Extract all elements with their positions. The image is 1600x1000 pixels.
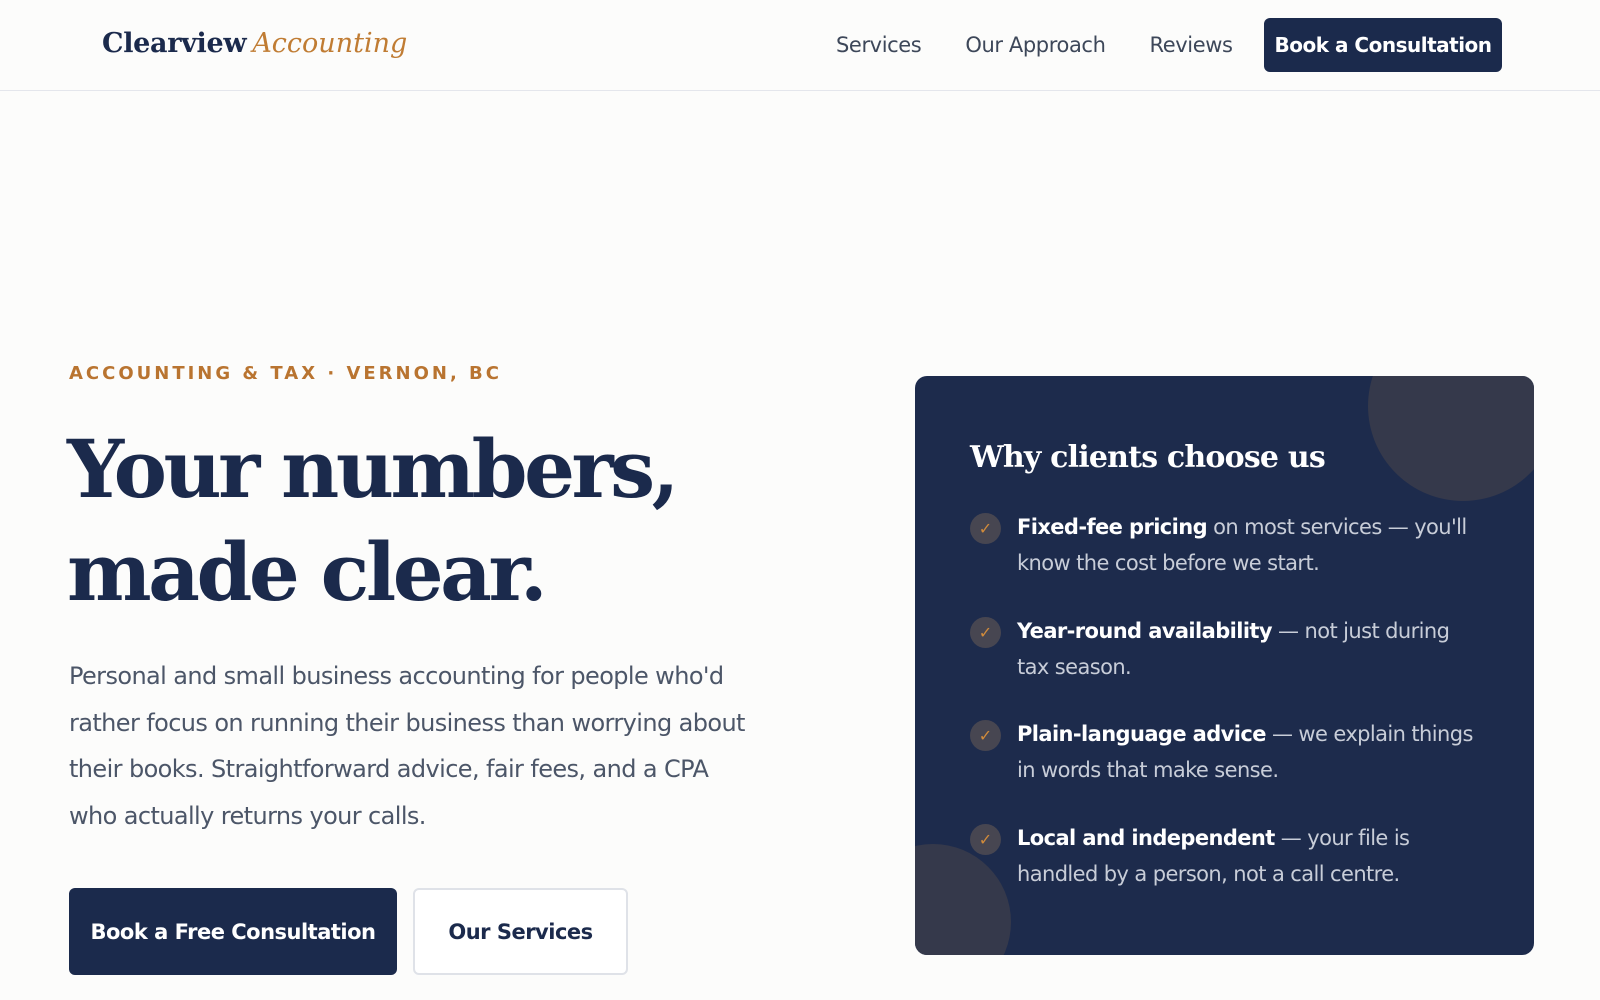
reason-title: Plain-language advice: [1017, 722, 1266, 746]
reason-text: Year-round availability — not just durin…: [1017, 613, 1487, 685]
nav-link-our-approach[interactable]: Our Approach: [965, 28, 1106, 62]
reason-title: Year-round availability: [1017, 618, 1273, 643]
reason-title: Fixed-fee pricing: [1017, 515, 1208, 539]
book-consultation-button[interactable]: Book a Consultation: [1264, 18, 1502, 72]
list-item: ✓ Local and independent — your file is h…: [970, 820, 1490, 924]
reason-text: Fixed-fee pricing on most services — you…: [1017, 509, 1487, 581]
logo[interactable]: Clearview Accounting: [102, 26, 407, 62]
check-icon: ✓: [970, 823, 1001, 855]
logo-accent-word: Accounting: [252, 28, 408, 59]
hero-eyebrow: ACCOUNTING & TAX · VERNON, BC: [69, 363, 502, 384]
reasons-list: ✓ Fixed-fee pricing on most services — y…: [970, 509, 1490, 923]
main-nav: Services Our Approach Reviews: [836, 28, 1233, 62]
hero-headline: Your numbers, made clear.: [67, 418, 787, 624]
check-icon: ✓: [970, 720, 1001, 751]
site-header: Clearview Accounting Services Our Approac…: [0, 0, 1600, 91]
decorative-circle-top: [1368, 376, 1534, 501]
card-title: Why clients choose us: [970, 440, 1326, 475]
list-item: ✓ Plain-language advice — we explain thi…: [970, 716, 1490, 820]
list-item: ✓ Fixed-fee pricing on most services — y…: [970, 509, 1490, 613]
nav-link-reviews[interactable]: Reviews: [1149, 28, 1232, 62]
hero-description: Personal and small business accounting f…: [69, 662, 745, 830]
check-icon: ✓: [970, 513, 1001, 544]
book-free-consultation-button[interactable]: Book a Free Consultation: [69, 888, 397, 975]
reason-text: Plain-language advice — we explain thing…: [1017, 716, 1487, 788]
why-choose-us-card: Why clients choose us ✓ Fixed-fee pricin…: [915, 376, 1534, 955]
reason-text: Local and independent — your file is han…: [1017, 820, 1487, 892]
headline-line-2: made clear.: [67, 525, 548, 619]
reason-title: Local and independent: [1017, 825, 1275, 850]
list-item: ✓ Year-round availability — not just dur…: [970, 613, 1490, 717]
nav-link-services[interactable]: Services: [836, 28, 922, 62]
logo-wordmark: Clearview: [102, 28, 247, 59]
our-services-button[interactable]: Our Services: [413, 888, 628, 975]
headline-line-1: Your numbers,: [67, 422, 680, 516]
check-icon: ✓: [970, 616, 1001, 648]
